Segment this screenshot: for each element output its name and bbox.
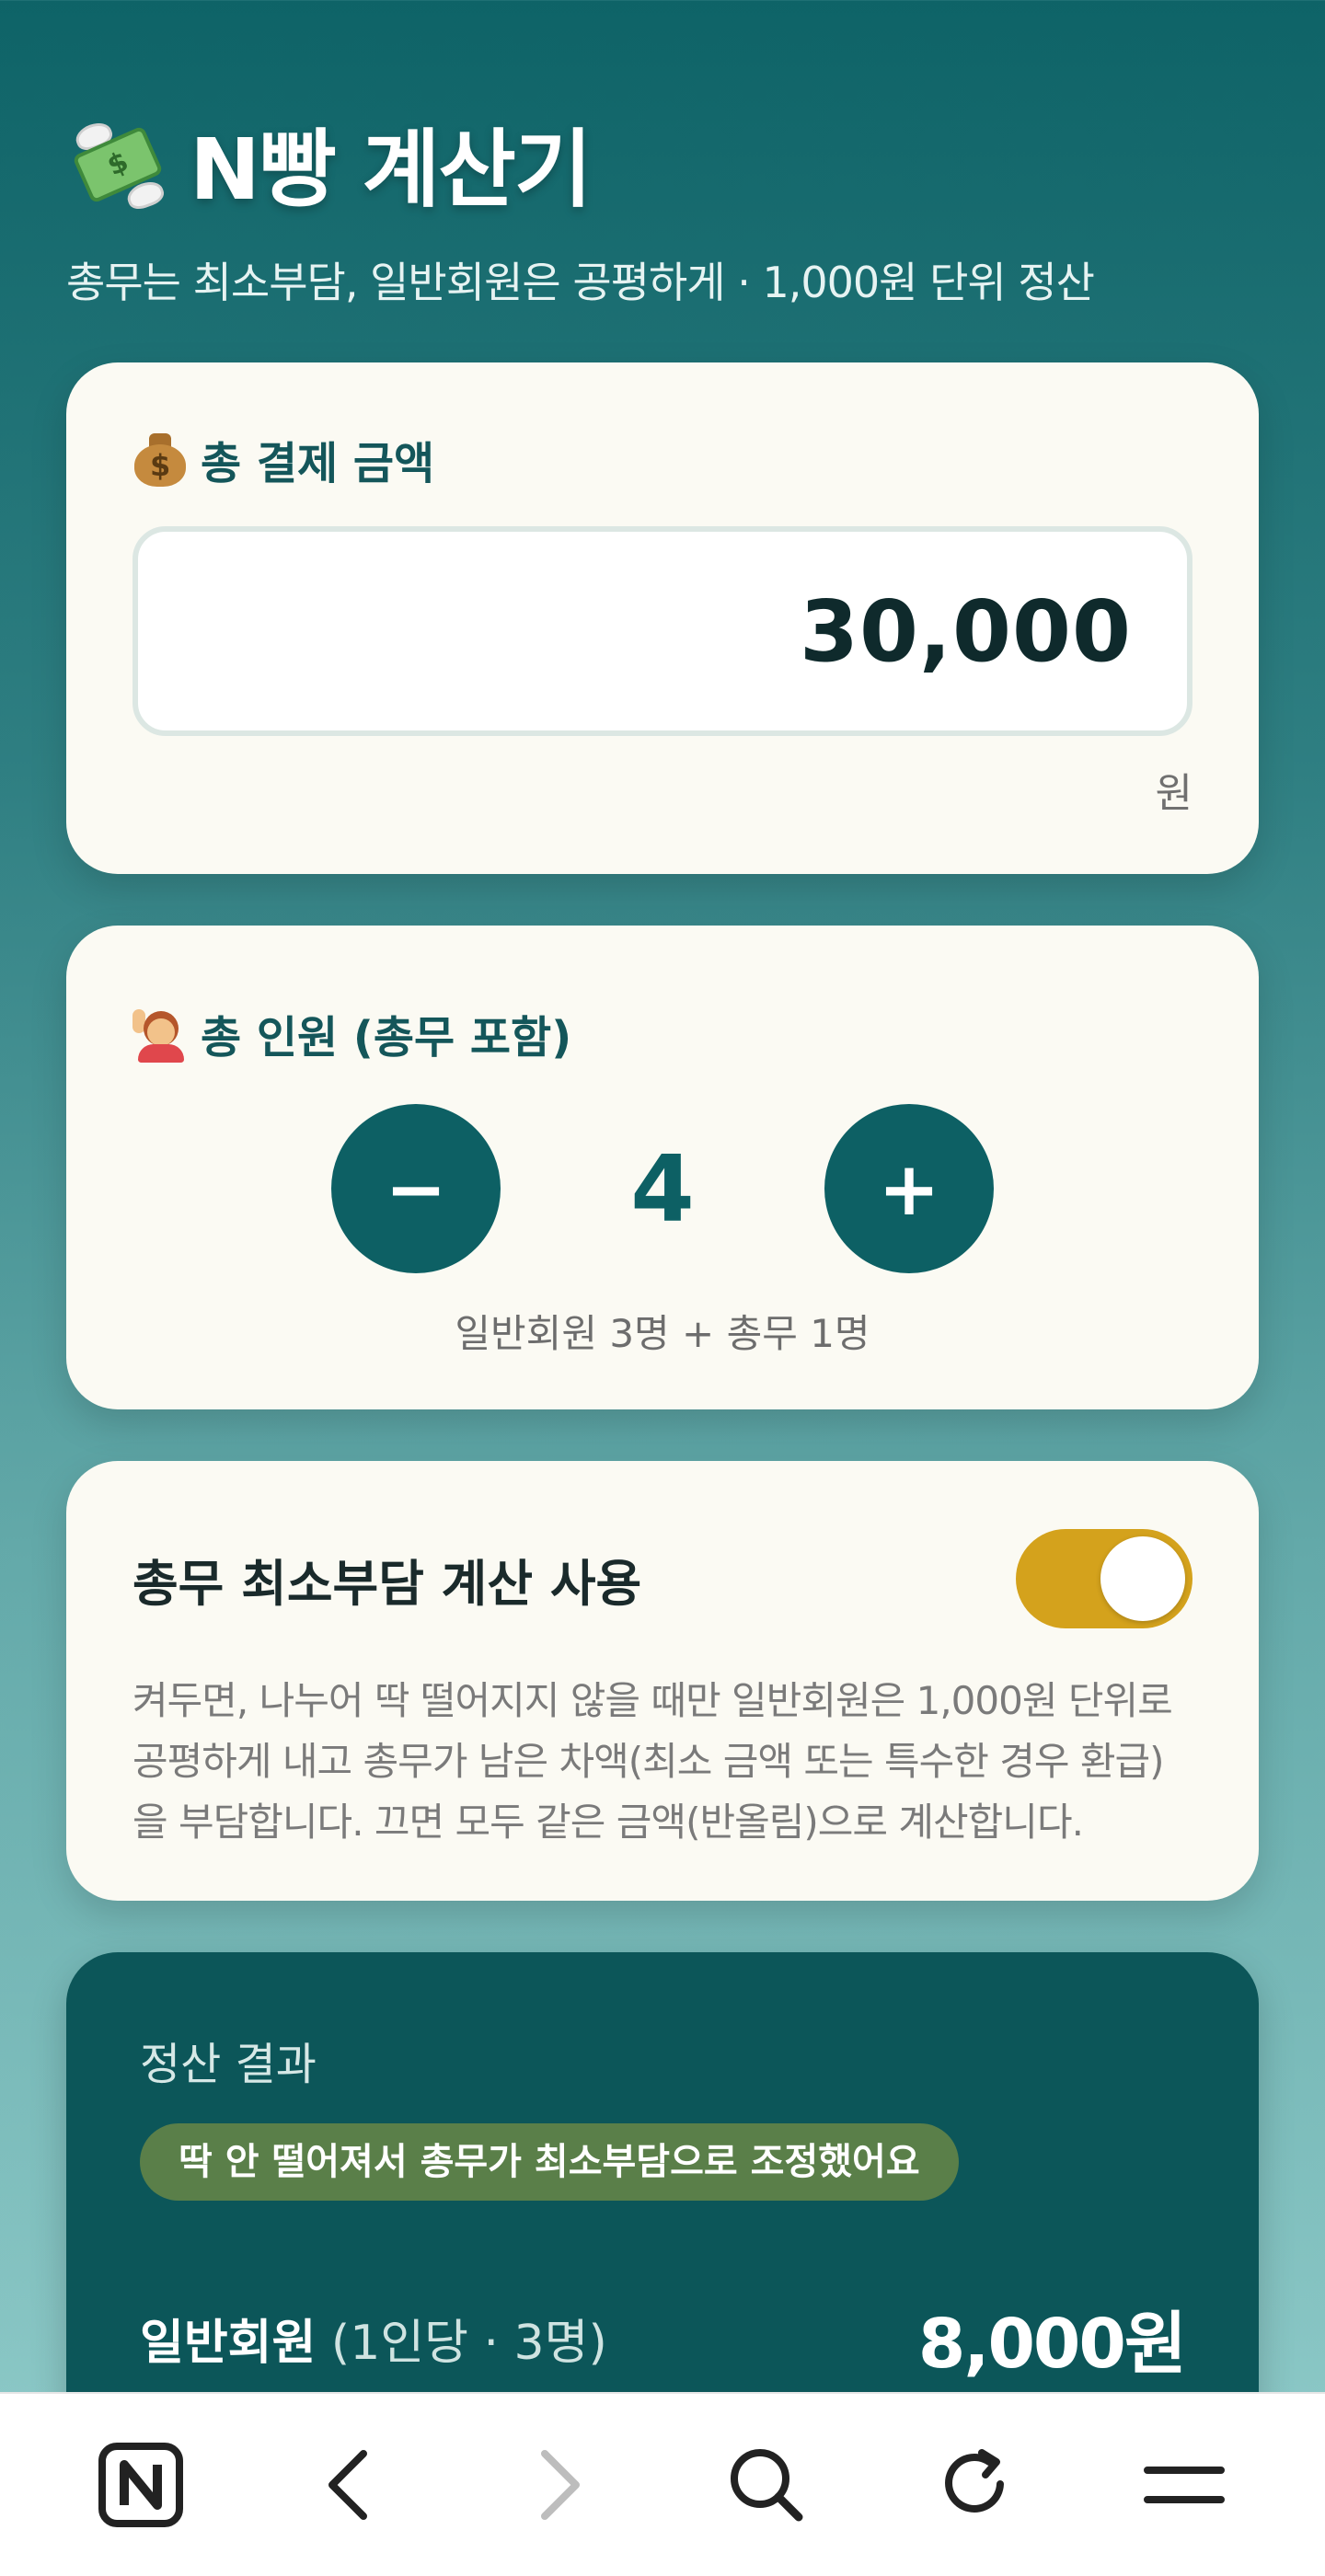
result-row-name: 일반회원 (140, 2316, 317, 2371)
toggle-knob (1100, 1536, 1185, 1621)
people-stepper: − 4 + (132, 1104, 1192, 1273)
min-burden-title: 총무 최소부담 계산 사용 (132, 1554, 642, 1613)
money-bag-icon (132, 431, 188, 487)
refresh-icon[interactable] (925, 2434, 1026, 2536)
page-header: N빵 계산기 총무는 최소부담, 일반회원은 공평하게 · 1,000원 단위 … (66, 101, 1095, 310)
min-burden-toggle[interactable] (1016, 1529, 1192, 1628)
people-card-label: 총 인원 (총무 포함) (132, 1001, 1192, 1065)
money-with-wings-icon (66, 111, 169, 214)
page-title: N빵 계산기 (190, 121, 593, 219)
people-label-text: 총 인원 (총무 포함) (201, 1012, 572, 1064)
result-row-sub: (1인당 · 3명) (316, 2316, 607, 2371)
min-burden-card: 총무 최소부담 계산 사용 켜두면, 나누어 딱 떨어지지 않을 때만 일반회원… (66, 1461, 1259, 1901)
amount-input[interactable]: 30,000 (132, 526, 1192, 736)
amount-card: 총 결제 금액 30,000 원 (66, 362, 1259, 874)
back-arrow-icon[interactable] (299, 2434, 400, 2536)
page-subtitle: 총무는 최소부담, 일반회원은 공평하게 · 1,000원 단위 정산 (66, 258, 1095, 307)
amount-label-text: 총 결제 금액 (201, 438, 435, 489)
increment-button[interactable]: + (824, 1104, 994, 1273)
amount-unit: 원 (1155, 770, 1192, 817)
amount-value[interactable]: 30,000 (800, 582, 1132, 681)
browser-nav-bar (0, 2392, 1325, 2576)
decrement-button[interactable]: − (331, 1104, 501, 1273)
people-breakdown-note: 일반회원 3명 + 총무 1명 (455, 1311, 870, 1356)
people-card: 총 인원 (총무 포함) − 4 + 일반회원 3명 + 총무 1명 (66, 926, 1259, 1409)
result-status-badge: 딱 안 떨어져서 총무가 최소부담으로 조정했어요 (140, 2123, 959, 2201)
amount-card-label: 총 결제 금액 (132, 427, 1192, 491)
result-title: 정산 결과 (140, 2039, 317, 2090)
naver-home-icon[interactable] (90, 2434, 191, 2536)
forward-arrow-icon[interactable] (508, 2434, 609, 2536)
person-raising-hand-icon (132, 1006, 188, 1063)
menu-icon[interactable] (1134, 2434, 1235, 2536)
search-icon[interactable] (716, 2434, 817, 2536)
people-count: 4 (630, 1134, 695, 1243)
result-row: 일반회원 (1인당 · 3명) 8,000원 (140, 2289, 1187, 2387)
min-burden-description: 켜두면, 나누어 딱 떨어지지 않을 때만 일반회원은 1,000원 단위로 공… (132, 1678, 1173, 1845)
result-row-amount: 8,000원 (917, 2305, 1187, 2384)
